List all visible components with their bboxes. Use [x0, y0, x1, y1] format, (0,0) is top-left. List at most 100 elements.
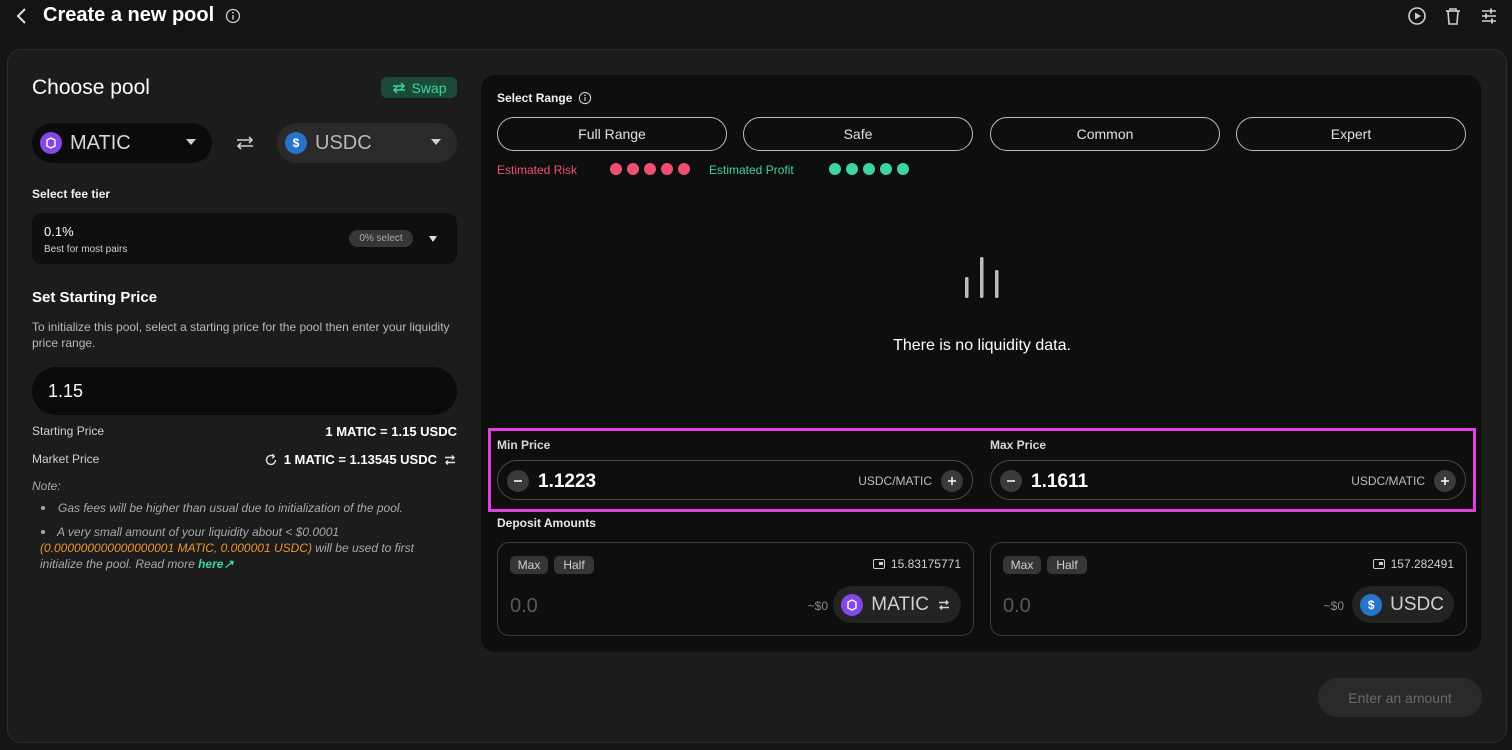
choose-pool-title: Choose pool	[32, 76, 150, 99]
risk-dot	[627, 163, 639, 175]
fee-tier-description: Best for most pairs	[44, 244, 128, 255]
token-b-select[interactable]: $ USDC	[277, 123, 457, 163]
usdc-token-icon: $	[1360, 593, 1383, 616]
play-circle-icon[interactable]	[1407, 6, 1427, 26]
profit-indicator	[829, 163, 909, 175]
note-liquidity-text: A very small amount of your liquidity ab…	[57, 525, 340, 539]
starting-price-input[interactable]	[32, 367, 457, 415]
half-button[interactable]: Half	[1047, 556, 1087, 574]
max-price-input[interactable]: 1.1611 USDC/MATIC	[990, 460, 1466, 500]
starting-price-label: Starting Price	[32, 424, 105, 438]
minus-icon	[514, 480, 522, 482]
note-list: Gas fees will be higher than usual due t…	[40, 500, 460, 580]
select-range-title: Select Range	[497, 91, 573, 105]
fee-select-badge: 0% select	[349, 230, 413, 247]
swap-button[interactable]: Swap	[381, 77, 457, 98]
usdc-amount-input[interactable]: 0.0	[1003, 595, 1031, 618]
usdc-usd-value: ~$0	[1323, 599, 1344, 613]
settings-sliders-icon[interactable]	[1479, 6, 1499, 26]
starting-price-value: 1 MATIC = 1.15 USDC	[325, 424, 457, 439]
min-price-input[interactable]: 1.1223 USDC/MATIC	[497, 460, 973, 500]
chevron-down-icon	[186, 139, 196, 145]
enter-amount-button[interactable]: Enter an amount	[1318, 678, 1482, 717]
range-safe-button[interactable]: Safe	[743, 117, 973, 151]
range-common-button[interactable]: Common	[990, 117, 1220, 151]
swap-icon	[393, 81, 406, 94]
page-title: Create a new pool	[43, 4, 215, 26]
starting-price-description: To initialize this pool, select a starti…	[32, 320, 450, 350]
max-price-decrement-button[interactable]	[1000, 470, 1022, 492]
usdc-token-button[interactable]: $ USDC	[1352, 586, 1454, 623]
max-price-value[interactable]: 1.1611	[1031, 471, 1088, 493]
matic-token-icon	[841, 593, 864, 616]
invert-price-icon[interactable]	[443, 453, 457, 467]
min-price-increment-button[interactable]	[941, 470, 963, 492]
fee-tier-label: Select fee tier	[32, 187, 111, 201]
swap-label: Swap	[411, 79, 447, 96]
range-full-button[interactable]: Full Range	[497, 117, 727, 151]
refresh-icon[interactable]	[264, 453, 278, 467]
max-price-unit: USDC/MATIC	[1351, 474, 1425, 488]
usdc-balance-value: 157.282491	[1390, 557, 1454, 571]
max-button[interactable]: Max	[1003, 556, 1041, 574]
deposit-card-matic: Max Half 15.83175771 0.0 ~$0 MATIC	[497, 542, 974, 636]
deposit-amounts-title: Deposit Amounts	[497, 516, 596, 530]
token-a-select[interactable]: MATIC	[32, 123, 212, 163]
header: Create a new pool	[0, 0, 1512, 34]
estimated-risk-label: Estimated Risk	[497, 163, 578, 177]
no-liquidity-message: There is no liquidity data.	[893, 337, 1071, 354]
min-price-decrement-button[interactable]	[507, 470, 529, 492]
risk-dot	[610, 163, 622, 175]
max-button[interactable]: Max	[510, 556, 548, 574]
read-more-link[interactable]: here↗	[198, 557, 233, 571]
risk-dot	[678, 163, 690, 175]
swap-arrows-icon	[939, 599, 949, 610]
matic-token-label: MATIC	[871, 593, 929, 615]
plus-icon	[948, 477, 956, 485]
risk-dot	[644, 163, 656, 175]
market-price-value: 1 MATIC = 1.13545 USDC	[283, 452, 437, 467]
min-price-unit: USDC/MATIC	[858, 474, 932, 488]
chevron-down-icon	[429, 236, 437, 242]
usdc-balance: 157.282491	[1372, 557, 1454, 571]
trash-icon[interactable]	[1443, 6, 1463, 26]
matic-token-button[interactable]: MATIC	[833, 586, 961, 623]
chevron-down-icon	[431, 139, 441, 145]
token-b-label: USDC	[315, 131, 372, 154]
starting-price-title: Set Starting Price	[32, 289, 158, 306]
wallet-icon	[872, 559, 885, 569]
note-item: A very small amount of your liquidity ab…	[40, 524, 460, 572]
matic-amount-input[interactable]: 0.0	[510, 595, 538, 618]
profit-dot	[846, 163, 858, 175]
risk-dot	[661, 163, 673, 175]
profit-dot	[863, 163, 875, 175]
plus-icon	[1441, 477, 1449, 485]
min-price-value[interactable]: 1.1223	[538, 471, 596, 493]
profit-dot	[897, 163, 909, 175]
minus-icon	[1007, 480, 1015, 482]
estimated-profit-label: Estimated Profit	[709, 163, 794, 177]
chart-bars-icon	[965, 257, 999, 298]
half-button[interactable]: Half	[554, 556, 594, 574]
matic-usd-value: ~$0	[807, 599, 828, 613]
usdc-token-icon: $	[285, 132, 307, 154]
risk-indicator	[610, 163, 690, 175]
swap-tokens-icon[interactable]	[234, 133, 256, 153]
profit-dot	[880, 163, 892, 175]
market-price-row: 1 MATIC = 1.13545 USDC	[264, 452, 457, 467]
token-a-label: MATIC	[70, 131, 131, 154]
range-expert-button[interactable]: Expert	[1236, 117, 1466, 151]
profit-dot	[829, 163, 841, 175]
market-price-label: Market Price	[32, 452, 100, 466]
max-price-increment-button[interactable]	[1434, 470, 1456, 492]
note-title: Note:	[32, 479, 61, 493]
matic-token-icon	[40, 132, 62, 154]
matic-balance-value: 15.83175771	[890, 557, 961, 571]
fee-tier-select[interactable]: 0.1% Best for most pairs 0% select	[32, 213, 457, 264]
usdc-token-label: USDC	[1390, 593, 1444, 615]
note-gas-text: Gas fees will be higher than usual due t…	[58, 501, 403, 515]
deposit-card-usdc: Max Half 157.282491 0.0 ~$0 $ USDC	[990, 542, 1467, 636]
info-icon[interactable]	[578, 91, 592, 105]
back-chevron-icon[interactable]	[12, 4, 32, 28]
info-icon[interactable]	[225, 8, 241, 24]
